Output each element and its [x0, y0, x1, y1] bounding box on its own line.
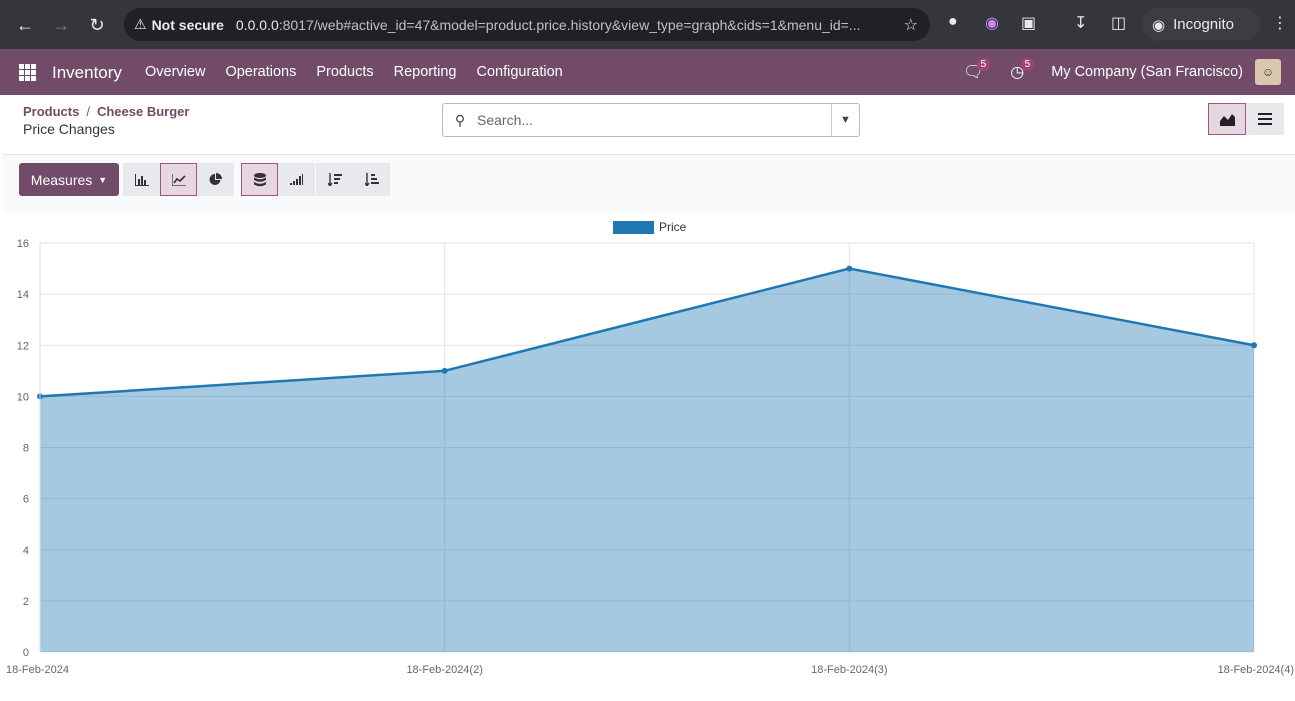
- sort-descending-icon: [327, 173, 342, 186]
- menu-reporting[interactable]: Reporting: [394, 64, 457, 80]
- list-icon: [1258, 113, 1272, 125]
- y-tick-label: 4: [23, 545, 29, 557]
- legend-label-price: Price: [659, 220, 687, 234]
- activities-badge: 5: [1020, 58, 1035, 71]
- url-host: 0.0.0.0: [235, 16, 279, 33]
- stack-group: [241, 163, 315, 196]
- x-tick-label: 18-Feb-2024(3): [811, 664, 887, 676]
- navbar-systray: 🗨 5 ◷ 5 My Company (San Francisco) ☺: [953, 49, 1295, 95]
- y-tick-label: 16: [17, 238, 29, 250]
- list-view-button[interactable]: [1246, 103, 1284, 135]
- sort-descending-button[interactable]: [316, 163, 353, 196]
- bar-chart-button[interactable]: [123, 163, 160, 196]
- search-bar: ⚲ ▼: [442, 103, 860, 137]
- top-menu: Overview Operations Products Reporting C…: [145, 64, 563, 80]
- legend-swatch-price: [613, 220, 654, 234]
- bar-chart-icon: [134, 173, 149, 186]
- side-panel-icon[interactable]: ◫: [1111, 13, 1126, 33]
- line-chart-button[interactable]: [160, 163, 197, 196]
- measures-button[interactable]: Measures ▼: [19, 163, 119, 196]
- sort-ascending-button[interactable]: [353, 163, 390, 196]
- y-tick-label: 0: [23, 647, 29, 659]
- download-icon[interactable]: ↧: [1074, 13, 1087, 33]
- user-avatar[interactable]: ☺: [1255, 59, 1281, 85]
- back-icon[interactable]: ←: [7, 7, 43, 43]
- activities-button[interactable]: ◷ 5: [997, 49, 1037, 95]
- y-tick-label: 14: [17, 289, 29, 301]
- sort-group: [316, 163, 390, 196]
- apps-grid-icon[interactable]: [19, 64, 36, 81]
- messages-button[interactable]: 🗨 5: [953, 49, 993, 95]
- area-chart-icon: [1219, 113, 1235, 126]
- graph-view-button[interactable]: [1208, 103, 1246, 135]
- chart-legend[interactable]: Price: [613, 220, 686, 234]
- sort-ascending-icon: [364, 173, 379, 186]
- y-tick-label: 6: [23, 494, 29, 506]
- control-panel: Products / Cheese Burger Price Changes ⚲ ▼: [3, 95, 1295, 155]
- url-text: 0.0.0.0:8017/web#active_id=47&model=prod…: [236, 17, 886, 33]
- search-icon: ⚲: [454, 111, 466, 128]
- y-tick-label: 2: [23, 596, 29, 608]
- x-tick-label: 18-Feb-2024(2): [406, 664, 482, 676]
- x-tick-label: 18-Feb-2024(4): [1218, 664, 1294, 676]
- security-label: Not secure: [151, 16, 224, 33]
- reload-icon[interactable]: ↻: [79, 7, 115, 43]
- line-chart-icon: [171, 173, 186, 186]
- breadcrumb-cheese-burger[interactable]: Cheese Burger: [97, 104, 189, 119]
- page-title: Price Changes: [23, 121, 115, 137]
- spy-extension-icon[interactable]: ●: [948, 13, 958, 31]
- signal-bars-icon: [290, 174, 303, 185]
- breadcrumb: Products / Cheese Burger: [23, 104, 189, 119]
- bookmark-star-icon[interactable]: ☆: [904, 15, 918, 35]
- y-tick-label: 10: [17, 391, 29, 403]
- extensions-puzzle-icon[interactable]: ▣: [1021, 13, 1036, 33]
- menu-operations[interactable]: Operations: [225, 64, 296, 80]
- y-tick-label: 8: [23, 443, 29, 455]
- graph-canvas: Price 0 2 4 6 8 10 12 14 16 18-Feb-2024 18-Feb-202…: [0, 212, 1295, 696]
- pie-chart-button[interactable]: [197, 163, 234, 196]
- company-switcher[interactable]: My Company (San Francisco): [1051, 64, 1243, 80]
- graph-toolbar: Measures ▼: [3, 155, 1295, 212]
- main-navbar: Inventory Overview Operations Products R…: [0, 49, 1295, 95]
- series-area-price: [40, 268, 1254, 652]
- database-icon: [253, 172, 266, 186]
- app-name[interactable]: Inventory: [52, 63, 122, 83]
- incognito-label: Incognito: [1173, 16, 1234, 33]
- data-point: [846, 265, 853, 272]
- address-bar[interactable]: ⚠ Not secure 0.0.0.0:8017/web#active_id=…: [124, 8, 930, 41]
- incognito-indicator[interactable]: ◉ Incognito: [1142, 8, 1260, 41]
- chart-type-group: [123, 163, 234, 196]
- security-warning[interactable]: ⚠ Not secure: [134, 16, 236, 33]
- menu-overview[interactable]: Overview: [145, 64, 205, 80]
- x-tick-label: 18-Feb-2024: [6, 664, 69, 676]
- forward-icon[interactable]: →: [43, 7, 79, 43]
- menu-configuration[interactable]: Configuration: [476, 64, 562, 80]
- data-point: [441, 367, 448, 374]
- search-options-toggle[interactable]: ▼: [831, 104, 859, 136]
- breadcrumb-separator: /: [86, 104, 90, 119]
- data-point: [1251, 342, 1257, 349]
- warning-icon: ⚠: [134, 16, 147, 32]
- y-tick-label: 12: [17, 340, 29, 352]
- menu-products[interactable]: Products: [316, 64, 373, 80]
- cumulative-button[interactable]: [278, 163, 315, 196]
- area-chart: 0 2 4 6 8 10 12 14 16 18-Feb-2024 18-Feb-2024(2) 18…: [6, 238, 1294, 676]
- incognito-icon: ◉: [1152, 16, 1166, 34]
- pie-chart-icon: [209, 173, 222, 185]
- breadcrumb-products[interactable]: Products: [23, 104, 79, 119]
- browser-toolbar: ← → ↻ ⚠ Not secure 0.0.0.0:8017/web#acti…: [0, 0, 1295, 49]
- view-switcher: [1208, 103, 1284, 135]
- record-extension-icon[interactable]: ◉: [985, 13, 999, 33]
- messages-badge: 5: [976, 58, 991, 71]
- url-path: :8017/web#active_id=47&model=product.pri…: [278, 16, 861, 33]
- measures-label: Measures: [30, 171, 93, 188]
- browser-menu-icon[interactable]: ⋮: [1272, 13, 1288, 33]
- caret-down-icon: ▼: [98, 174, 108, 185]
- stacked-button[interactable]: [241, 163, 278, 196]
- search-input[interactable]: [477, 105, 831, 135]
